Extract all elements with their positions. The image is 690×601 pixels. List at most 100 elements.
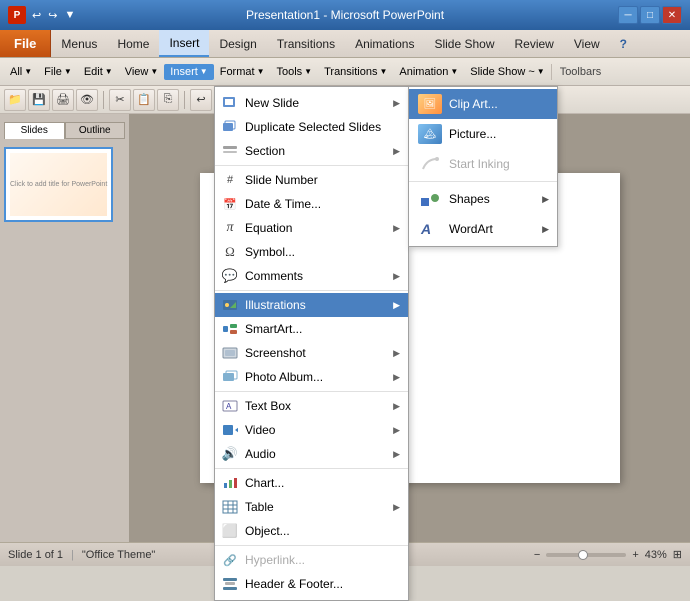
toolbar-separator-1 [103,91,104,109]
text-box-icon: A [219,397,241,415]
slide-number-label: Slide Number [245,173,400,187]
redo-button[interactable]: ↪ [46,9,59,22]
slides-tab[interactable]: Slides [4,122,65,139]
new-slide-item[interactable]: New Slide ▶ [215,91,408,115]
comments-item[interactable]: 💬 Comments ▶ [215,264,408,288]
tools-dropdown[interactable]: Tools ▼ [270,64,318,80]
slide-thumbnail[interactable]: Click to add title for PowerPoint [4,147,113,222]
toolbar-icon-5[interactable]: ✂ [109,89,131,111]
slideshow-menu[interactable]: Slide Show [424,30,504,57]
toolbars-label: Toolbars [551,64,610,80]
smartart-label: SmartArt... [245,322,400,336]
outline-tab[interactable]: Outline [65,122,126,139]
toolbar-icon-4[interactable]: 👁 [76,89,98,111]
maximize-button[interactable]: □ [640,6,660,24]
symbol-item[interactable]: Ω Symbol... [215,240,408,264]
text-box-label: Text Box [245,399,393,413]
insert-menu-tab[interactable]: Insert [159,30,209,57]
start-inking-label: Start Inking [449,157,549,171]
submenu-divider [409,181,557,182]
video-arrow: ▶ [393,425,400,436]
zoom-icon-minus[interactable]: − [534,549,540,561]
equation-item[interactable]: π Equation ▶ [215,216,408,240]
audio-item[interactable]: 🔊 Audio ▶ [215,442,408,466]
illustrations-item[interactable]: Illustrations ▶ [215,293,408,317]
zoom-icon-plus[interactable]: + [632,549,638,561]
design-menu[interactable]: Design [209,30,266,57]
clip-art-item[interactable]: 🖼 Clip Art... [409,89,557,119]
close-button[interactable]: ✕ [662,6,682,24]
new-slide-icon [219,94,241,112]
menu-section-4: A Text Box ▶ Video ▶ 🔊 Audio ▶ [215,392,408,469]
toolbar-icon-1[interactable]: 📁 [4,89,26,111]
minimize-button[interactable]: ─ [618,6,638,24]
view-menu[interactable]: View [564,30,610,57]
smartart-item[interactable]: SmartArt... [215,317,408,341]
text-box-item[interactable]: A Text Box ▶ [215,394,408,418]
section-item[interactable]: Section ▶ [215,139,408,163]
smartart-icon [219,320,241,338]
toolbar-icon-3[interactable]: 🖨 [52,89,74,111]
duplicate-slides-item[interactable]: Duplicate Selected Slides [215,115,408,139]
transitions-dropdown[interactable]: Transitions ▼ [318,64,393,80]
home-menu[interactable]: Home [107,30,159,57]
equation-arrow: ▶ [393,223,400,234]
insert-dropdown[interactable]: Insert ▼ [164,64,213,80]
start-inking-icon [417,153,443,175]
menu-section-6: 🔗 Hyperlink... Header & Footer... [215,546,408,598]
help-menu[interactable]: ? [610,30,637,57]
format-dropdown[interactable]: Format ▼ [214,64,271,80]
video-item[interactable]: Video ▶ [215,418,408,442]
photo-album-item[interactable]: Photo Album... ▶ [215,365,408,389]
file-menu-button[interactable]: File [0,30,51,57]
slide-info: Slide 1 of 1 [8,549,63,561]
wordart-item[interactable]: A WordArt ▶ [409,214,557,244]
svg-text:A: A [420,221,431,237]
menus-menu[interactable]: Menus [51,30,107,57]
screenshot-item[interactable]: Screenshot ▶ [215,341,408,365]
table-item[interactable]: Table ▶ [215,495,408,519]
start-inking-item: Start Inking [409,149,557,179]
illustrations-arrow: ▶ [393,300,400,311]
toolbar-icon-2[interactable]: 💾 [28,89,50,111]
all-dropdown[interactable]: All ▼ [4,64,38,80]
toolbar-icon-8[interactable]: ↩ [190,89,212,111]
menu-section-3: Illustrations ▶ SmartArt... Screenshot ▶… [215,291,408,392]
file-dropdown[interactable]: File ▼ [38,64,78,80]
zoom-slider[interactable] [546,553,626,557]
animation-dropdown[interactable]: Animation ▼ [393,64,464,80]
menu-section-5: Chart... Table ▶ ⬜ Object... [215,469,408,546]
chart-item[interactable]: Chart... [215,471,408,495]
edit-dropdown[interactable]: Edit ▼ [78,64,119,80]
slide-panel: Slides Outline 1 Click to add title for … [0,114,130,542]
transitions-menu[interactable]: Transitions [267,30,345,57]
slideshow-dropdown[interactable]: Slide Show ~ ▼ [464,64,550,80]
quick-access-dropdown[interactable]: ▼ [62,9,77,21]
fit-window-icon[interactable]: ⊞ [673,548,682,561]
picture-img: 🏔 [418,124,442,144]
hyperlink-item: 🔗 Hyperlink... [215,548,408,572]
undo-button[interactable]: ↩ [30,9,43,22]
wordart-icon: A [417,218,443,240]
date-time-item[interactable]: 📅 Date & Time... [215,192,408,216]
review-menu[interactable]: Review [505,30,564,57]
comments-label: Comments [245,269,393,283]
wordart-label: WordArt [449,222,536,236]
slide-number-item[interactable]: # Slide Number [215,168,408,192]
header-footer-item[interactable]: Header & Footer... [215,572,408,596]
view-dropdown[interactable]: View ▼ [119,64,165,80]
toolbar-icon-7[interactable]: ⎘ [157,89,179,111]
animations-menu[interactable]: Animations [345,30,424,57]
zoom-thumb[interactable] [578,550,588,560]
shapes-item[interactable]: Shapes ▶ [409,184,557,214]
wordart-arrow: ▶ [542,224,549,235]
toolbar-icon-6[interactable]: 📋 [133,89,155,111]
picture-item[interactable]: 🏔 Picture... [409,119,557,149]
slide-tabs: Slides Outline [4,122,125,139]
illustrations-icon [219,296,241,314]
table-icon [219,498,241,516]
menu-section-2: # Slide Number 📅 Date & Time... π Equati… [215,166,408,291]
object-item[interactable]: ⬜ Object... [215,519,408,543]
slide-inner-text: Click to add title for PowerPoint [10,181,107,188]
video-icon [219,421,241,439]
